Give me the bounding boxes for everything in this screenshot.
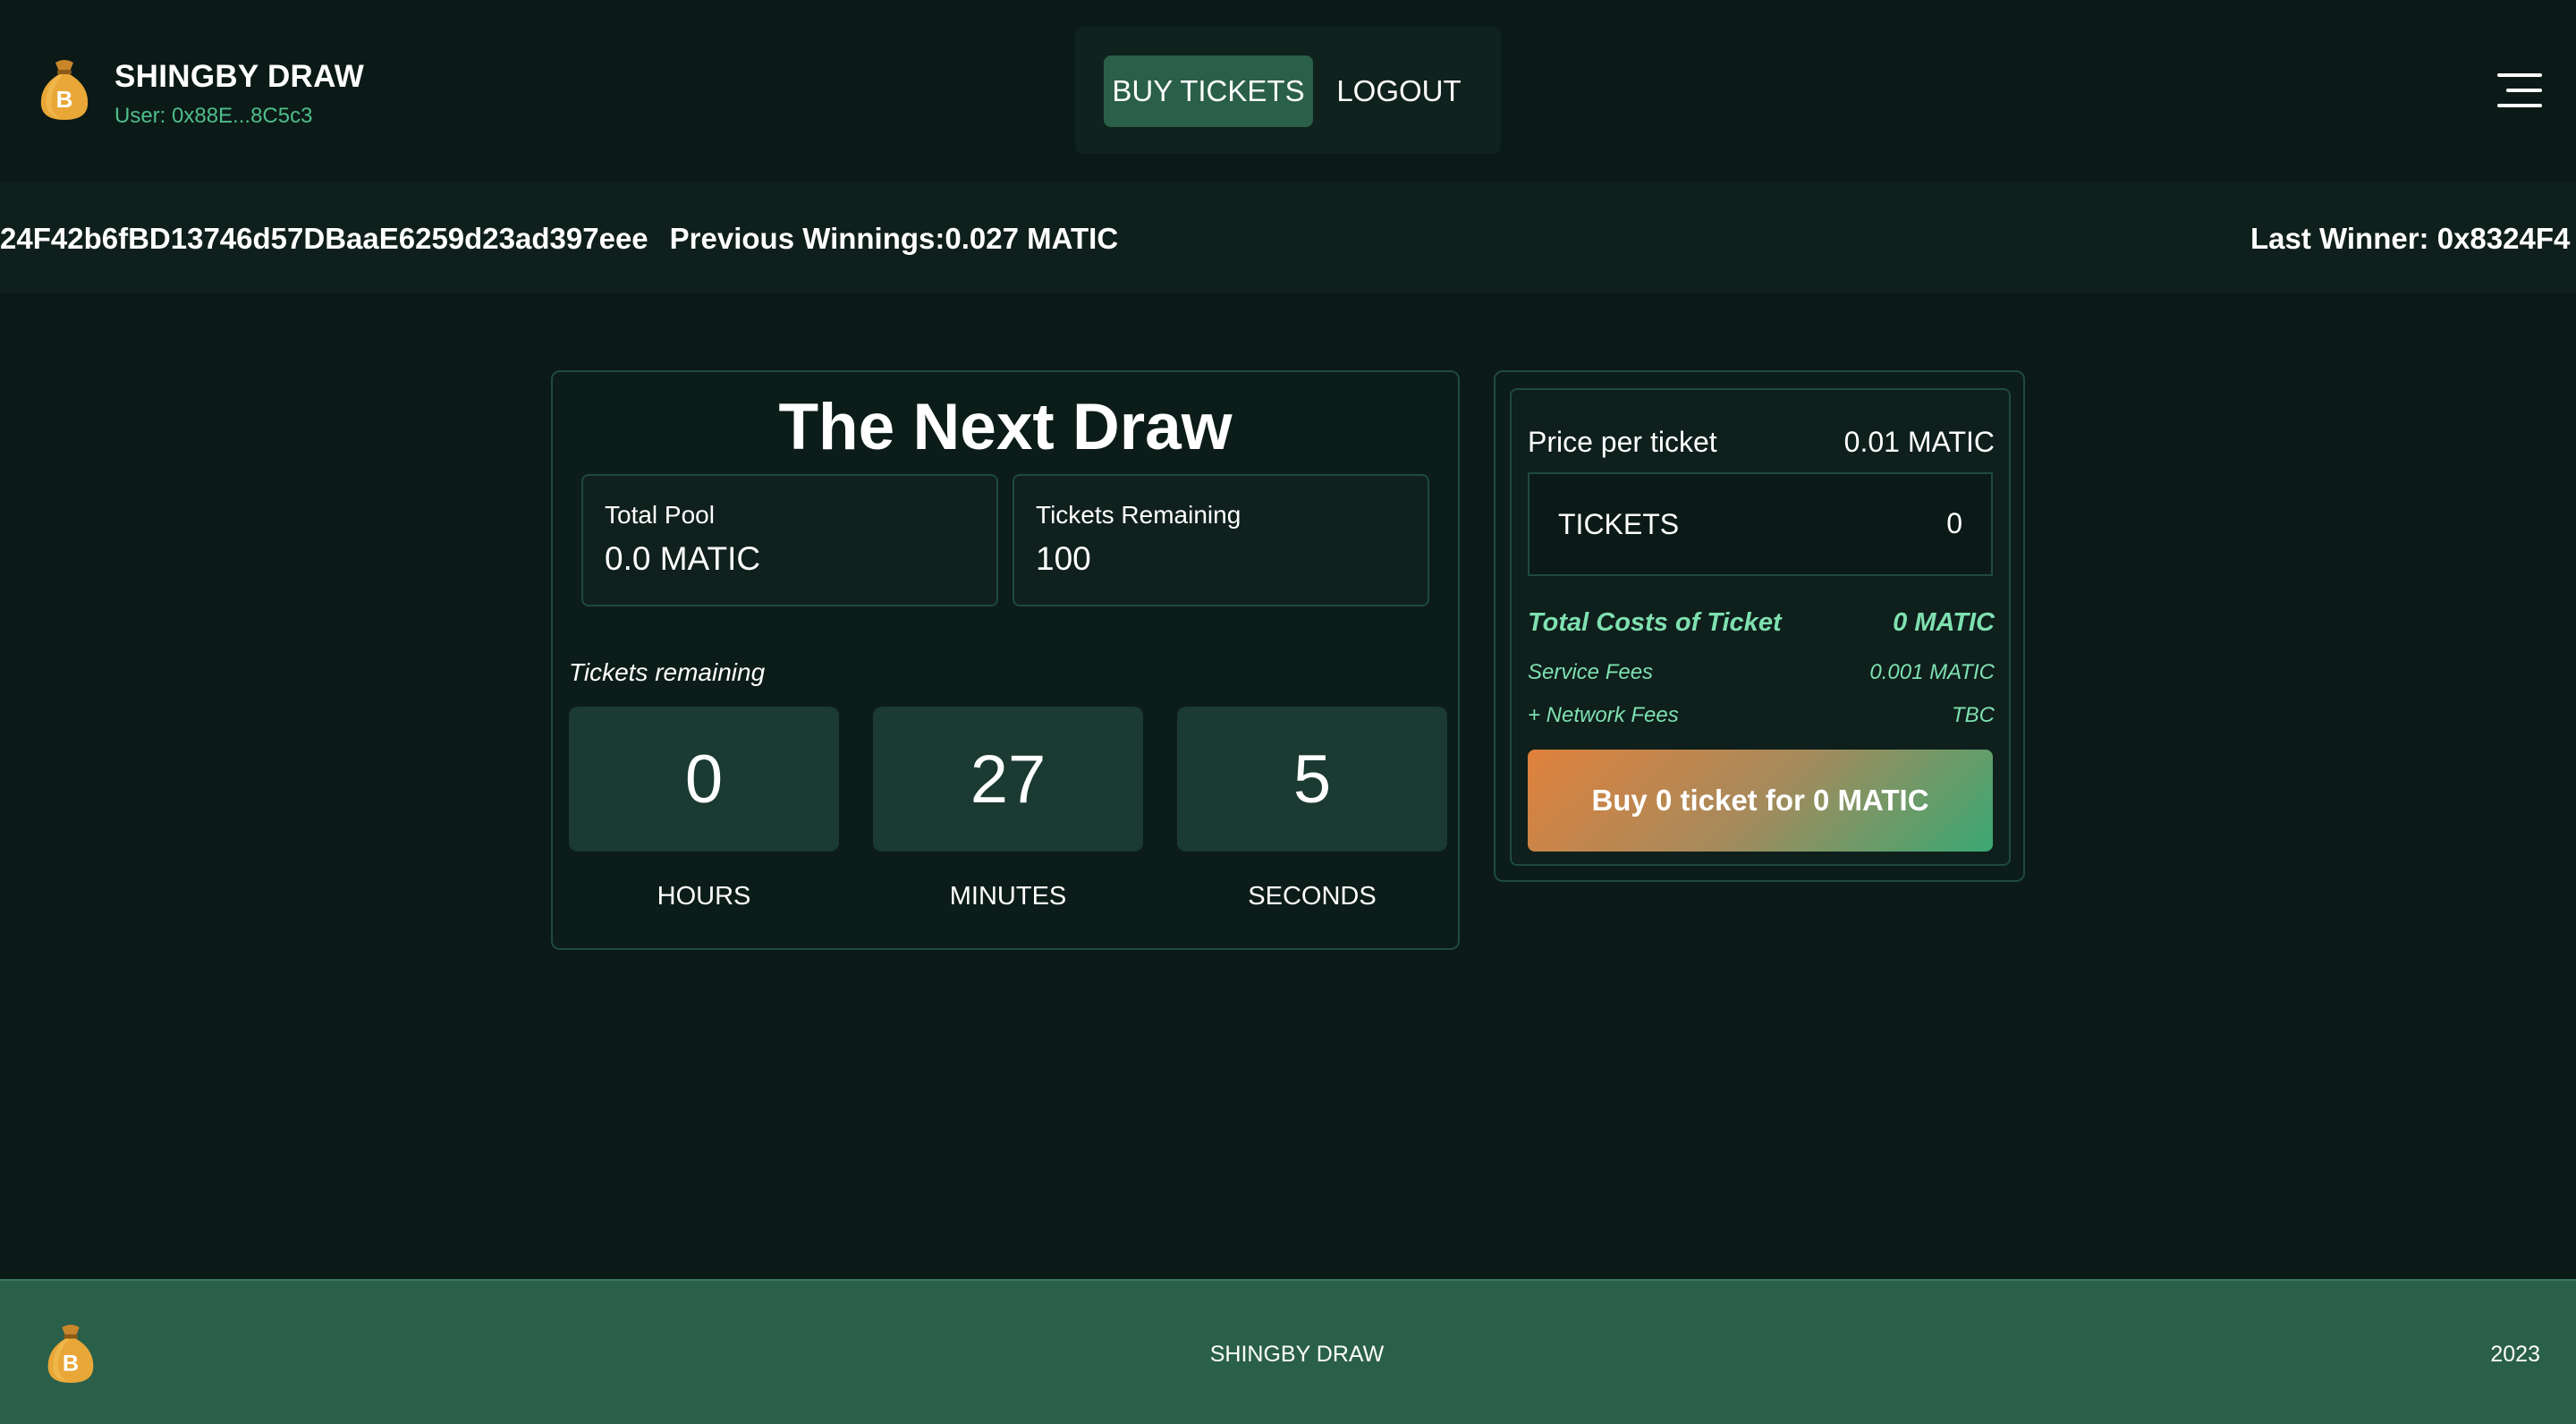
- footer-year: 2023: [2490, 1342, 2540, 1367]
- buy-ticket-button[interactable]: Buy 0 ticket for 0 MATIC: [1528, 750, 1993, 852]
- footer-title: SHINGBY DRAW: [1209, 1342, 1385, 1367]
- draw-title: The Next Draw: [778, 391, 1233, 463]
- minutes-box: 27: [873, 707, 1143, 852]
- ticker-left: 24F42b6fBD13746d57DBaaE6259d23ad397eee Pr…: [0, 222, 1118, 256]
- footer: B SHINGBY DRAW 2023: [0, 1279, 2576, 1424]
- total-cost-value: 0 MATIC: [1893, 608, 1995, 637]
- purchase-panel: Price per ticket 0.01 MATIC TICKETS Tota…: [1510, 388, 2011, 866]
- tickets-remaining-value: 100: [1036, 540, 1091, 577]
- hamburger-menu-icon[interactable]: [2497, 73, 2542, 107]
- seconds-label: SECONDS: [1248, 882, 1377, 911]
- tickets-field: TICKETS: [1528, 472, 1993, 576]
- network-fee-value: TBC: [1952, 703, 1995, 727]
- total-pool-value: 0.0 MATIC: [605, 540, 761, 577]
- page: B SHINGBY DRAW User: 0x88E...8C5c3 BUY T…: [0, 0, 2576, 1424]
- user-address: User: 0x88E...8C5c3: [114, 104, 313, 128]
- service-fee-value: 0.001 MATIC: [1869, 660, 1995, 684]
- hours-label: HOURS: [657, 882, 751, 911]
- purchase-card: Price per ticket 0.01 MATIC TICKETS Tota…: [1494, 370, 2025, 882]
- ticker-address: 24F42b6fBD13746d57DBaaE6259d23ad397eee: [0, 222, 648, 255]
- seconds-box: 5: [1177, 707, 1447, 852]
- price-per-ticket-label: Price per ticket: [1528, 426, 1717, 458]
- buy-tickets-nav-button[interactable]: BUY TICKETS: [1104, 55, 1313, 127]
- logout-button[interactable]: LOGOUT: [1327, 55, 1470, 127]
- minutes-label: MINUTES: [949, 882, 1067, 911]
- ticker-previous-winnings: Previous Winnings:0.027 MATIC: [669, 222, 1119, 255]
- tickets-quantity-input[interactable]: [1855, 501, 1962, 546]
- brand-title: SHINGBY DRAW: [114, 59, 365, 94]
- hours-box: 0: [569, 707, 839, 852]
- countdown-label: Tickets remaining: [569, 658, 766, 686]
- total-pool-box: Total Pool 0.0 MATIC: [581, 474, 998, 606]
- tickets-remaining-box: Tickets Remaining 100: [1013, 474, 1429, 606]
- tickets-remaining-label: Tickets Remaining: [1036, 501, 1241, 529]
- next-draw-card: The Next Draw Total Pool 0.0 MATIC Ticke…: [551, 370, 1460, 950]
- ticker-last-winner: Last Winner: 0x8324F4: [2250, 222, 2571, 255]
- header: B SHINGBY DRAW User: 0x88E...8C5c3 BUY T…: [0, 0, 2576, 182]
- price-per-ticket-value: 0.01 MATIC: [1843, 426, 1995, 458]
- winner-ticker: 24F42b6fBD13746d57DBaaE6259d23ad397eee Pr…: [0, 182, 2576, 293]
- tickets-field-label: TICKETS: [1558, 508, 1680, 540]
- total-cost-label: Total Costs of Ticket: [1528, 608, 1782, 637]
- nav-bar: BUY TICKETS LOGOUT: [1075, 27, 1501, 154]
- service-fee-label: Service Fees: [1528, 660, 1654, 684]
- svg-text:B: B: [56, 86, 73, 113]
- money-bag-icon: B: [40, 60, 89, 120]
- total-pool-label: Total Pool: [605, 501, 715, 529]
- network-fee-label: + Network Fees: [1528, 703, 1679, 727]
